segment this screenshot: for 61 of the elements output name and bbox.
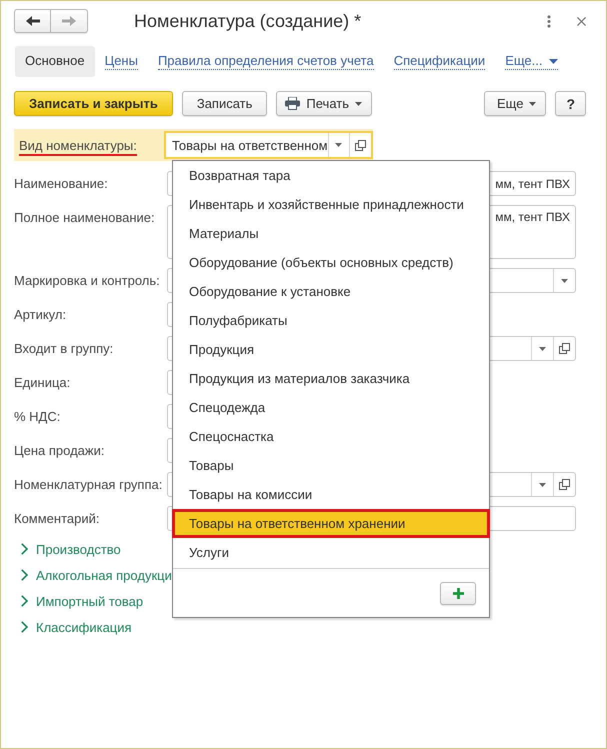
collapsible-section[interactable]: Импортный товар — [21, 588, 144, 614]
toolbar-button[interactable]: Записать — [182, 91, 268, 116]
tab[interactable]: Цены — [94, 46, 148, 77]
list-item[interactable]: Полуфабрикаты — [173, 306, 489, 335]
tab[interactable]: Еще... — [495, 46, 568, 77]
field-label: Вид номенклатуры: — [19, 138, 137, 156]
collapsible-section[interactable]: Алкогольная продукци — [21, 562, 172, 588]
close-icon[interactable] — [577, 16, 586, 26]
field-label: Маркировка и контроль: — [14, 272, 161, 290]
open-window-icon — [559, 479, 570, 490]
menu-button[interactable]: Еще — [484, 91, 546, 116]
field-label: Номенклатурная группа: — [14, 476, 164, 494]
primary-button[interactable]: Записать и закрыть — [14, 91, 173, 116]
tab[interactable]: Правила определения счетов учета — [148, 46, 384, 77]
field-label: Артикул: — [14, 306, 68, 324]
select-field[interactable]: Товары на ответственном — [164, 131, 373, 159]
field-label: Цена продажи: — [14, 442, 106, 460]
field-label: Комментарий: — [14, 510, 100, 528]
field-label: % НДС: — [14, 408, 62, 426]
add-button[interactable] — [440, 582, 476, 605]
caret-down-icon — [539, 482, 546, 486]
list-item[interactable]: Спецодежда — [173, 393, 489, 422]
open-window-icon — [355, 140, 366, 150]
window-title: Номенклатура (создание) * — [134, 10, 362, 32]
field-label: Наименование: — [14, 175, 109, 193]
open-window-icon — [559, 343, 570, 354]
list-item[interactable]: Инвентарь и хозяйственные принадлежности — [173, 190, 489, 219]
list-item[interactable]: Товары на ответственном хранении — [172, 509, 490, 538]
caret-down-icon — [529, 102, 536, 106]
field-label: Входит в группу: — [14, 340, 114, 358]
list-item[interactable]: Продукция — [173, 335, 489, 364]
caret-down-icon — [561, 278, 568, 282]
list-item[interactable]: Оборудование к установке — [173, 277, 489, 306]
list-item[interactable]: Товары — [173, 451, 489, 480]
back-button[interactable] — [14, 9, 51, 33]
print-button[interactable]: Печать — [276, 91, 372, 116]
help-button[interactable]: ? — [555, 91, 586, 116]
plus-icon — [452, 588, 464, 599]
caret-down-icon — [335, 143, 342, 147]
field-label: Полное наименование: — [14, 209, 156, 227]
caret-down-icon — [549, 58, 558, 64]
right-arrow-icon — [62, 16, 76, 26]
collapsible-section[interactable]: Классификация — [21, 614, 132, 640]
list-item[interactable]: Оборудование (объекты основных средств) — [173, 248, 489, 277]
list-item[interactable]: Услуги — [173, 538, 489, 567]
tab[interactable]: Основное — [15, 46, 95, 77]
field-value: мм, тент ПВХ — [495, 176, 570, 190]
list-item[interactable]: Спецоснастка — [173, 422, 489, 451]
list-item[interactable]: Материалы — [173, 219, 489, 248]
field-label: Единица: — [14, 374, 72, 392]
caret-down-icon — [539, 346, 546, 350]
list-item[interactable]: Возвратная тара — [173, 161, 489, 190]
list-item[interactable]: Товары на комиссии — [173, 480, 489, 509]
tab[interactable]: Спецификации — [384, 46, 496, 77]
caret-down-icon — [355, 102, 362, 106]
list-item[interactable]: Продукция из материалов заказчика — [173, 364, 489, 393]
collapsible-section[interactable]: Производство — [21, 536, 121, 562]
vertical-dots-icon[interactable] — [547, 14, 551, 28]
printer-icon — [285, 97, 300, 110]
field-value: мм, тент ПВХ — [495, 210, 570, 224]
left-arrow-icon — [26, 16, 40, 26]
